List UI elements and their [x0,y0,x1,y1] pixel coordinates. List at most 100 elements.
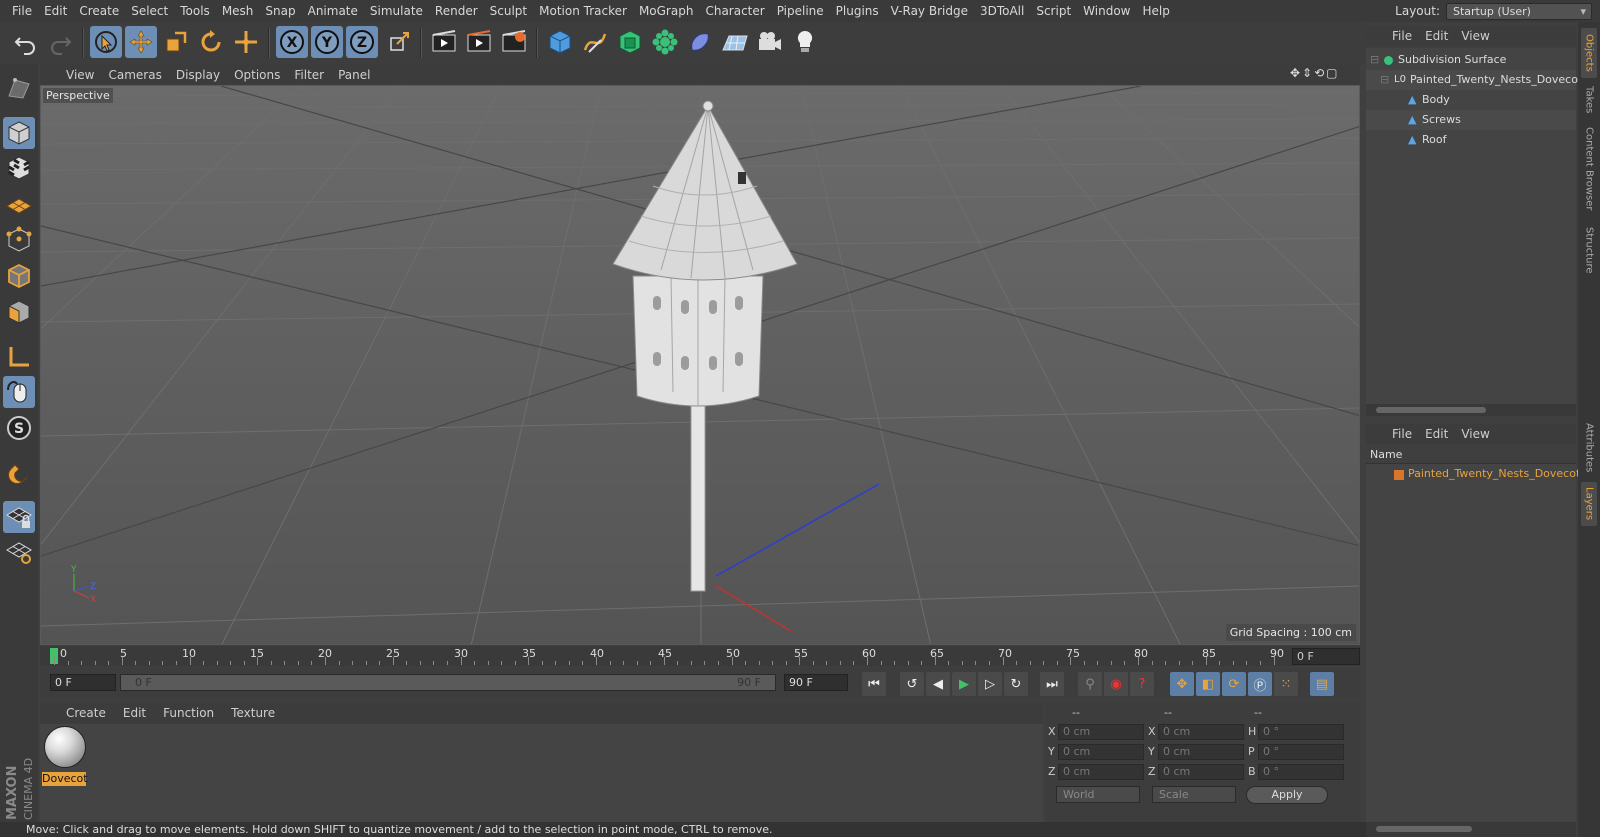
size-z-field[interactable]: 0 cm [1158,764,1244,780]
viewport-menu-panel[interactable]: Panel [338,68,379,82]
subdivision-surface-icon[interactable] [614,26,646,58]
end-frame-field[interactable]: 90 F [784,674,848,691]
deformer-icon[interactable] [684,26,716,58]
model-mode-icon[interactable] [3,117,35,149]
rotation-b-field[interactable]: 0 ° [1258,764,1344,780]
tree-item-subdivision-surface[interactable]: ⊟ Subdivision Surface [1366,50,1576,70]
move-tool-icon[interactable] [125,26,157,58]
pen-spline-icon[interactable] [579,26,611,58]
edges-mode-icon[interactable] [3,260,35,292]
workplane-icon[interactable] [3,188,35,220]
render-picture-viewer-icon[interactable] [463,26,495,58]
menu-character[interactable]: Character [699,4,770,18]
redo-icon[interactable] [44,26,76,58]
render-view-icon[interactable] [428,26,460,58]
menu-simulate[interactable]: Simulate [364,4,429,18]
apply-button[interactable]: Apply [1246,786,1328,804]
scale-tool-icon[interactable] [160,26,192,58]
viewport-menu-display[interactable]: Display [176,68,229,82]
tab-objects[interactable]: Objects [1581,28,1597,78]
preview-range-slider[interactable]: 0 F 90 F [120,674,776,691]
autokeying-icon[interactable]: ? [1130,672,1154,696]
tree-item-dovecote[interactable]: ⊟ L0 Painted_Twenty_Nests_Dovecote [1366,70,1589,90]
material-menu-edit[interactable]: Edit [123,706,146,720]
record-rotation-icon[interactable]: ⟳ [1222,672,1246,696]
camera-icon[interactable] [754,26,786,58]
position-z-field[interactable]: 0 cm [1058,764,1144,780]
rotate-tool-icon[interactable] [195,26,227,58]
z-axis-lock-icon[interactable]: Z [346,26,378,58]
menu-file[interactable]: File [6,4,38,18]
tab-structure[interactable]: Structure [1581,220,1597,280]
light-icon[interactable] [789,26,821,58]
menu-snap[interactable]: Snap [259,4,301,18]
menu-help[interactable]: Help [1136,4,1175,18]
menu-window[interactable]: Window [1077,4,1136,18]
menu-mograph[interactable]: MoGraph [633,4,700,18]
layer-manager-scrollbar[interactable] [1366,822,1576,837]
points-mode-icon[interactable] [3,224,35,256]
record-parameter-icon[interactable]: Ⓟ [1248,672,1272,696]
previous-frame-icon[interactable]: ◀ [926,672,950,696]
material-menu-texture[interactable]: Texture [231,706,275,720]
material-name-label[interactable]: Dovecot [42,772,88,786]
make-editable-icon[interactable] [3,72,35,104]
material-menu-create[interactable]: Create [66,706,106,720]
menu-mesh[interactable]: Mesh [216,4,260,18]
layer-item[interactable]: Painted_Twenty_Nests_Dovecote_ [1366,464,1593,484]
planar-workplane-icon[interactable] [3,536,35,568]
tree-item-roof[interactable]: ▲ Roof [1366,130,1576,150]
menu-script[interactable]: Script [1030,4,1077,18]
axis-mode-icon[interactable] [3,341,35,373]
material-preview-sphere[interactable] [44,726,86,768]
material-menu-function[interactable]: Function [163,706,214,720]
viewport-menu-options[interactable]: Options [234,68,289,82]
tweak-mode-icon[interactable] [3,376,35,408]
viewport-menu-filter[interactable]: Filter [294,68,333,82]
live-selection-icon[interactable] [90,26,122,58]
tab-attributes[interactable]: Attributes [1581,418,1597,478]
menu-3dtoall[interactable]: 3DToAll [974,4,1030,18]
object-menu-file[interactable]: File [1392,29,1412,43]
layout-dropdown[interactable]: Startup (User) [1446,2,1592,20]
record-point-level-icon[interactable]: ⁙ [1274,672,1298,696]
polygons-mode-icon[interactable] [3,296,35,328]
coordinate-space-dropdown[interactable]: World [1056,786,1140,803]
cube-primitive-icon[interactable] [544,26,576,58]
go-to-end-icon[interactable]: ⏭ [1040,672,1064,696]
current-frame-field[interactable]: 0 F [1292,648,1360,665]
locked-workplane-icon[interactable] [3,501,35,533]
object-menu-edit[interactable]: Edit [1425,29,1448,43]
rotation-p-field[interactable]: 0 ° [1258,744,1344,760]
position-y-field[interactable]: 0 cm [1058,744,1144,760]
viewport-menu-cameras[interactable]: Cameras [108,68,170,82]
menu-select[interactable]: Select [125,4,174,18]
texture-mode-icon[interactable] [3,152,35,184]
viewport-navigation-icons[interactable]: ✥⇕⟲▢ [1290,66,1340,80]
size-x-field[interactable]: 0 cm [1158,724,1244,740]
coordinate-system-icon[interactable] [383,26,415,58]
record-active-icon[interactable]: ◉ [1104,672,1128,696]
menu-edit[interactable]: Edit [38,4,73,18]
tree-item-body[interactable]: ▲ Body [1366,90,1576,110]
timeline-window-icon[interactable]: ▤ [1310,672,1334,696]
tree-expander-icon[interactable]: ⊟ [1370,50,1379,70]
cloner-icon[interactable] [649,26,681,58]
menu-tools[interactable]: Tools [174,4,216,18]
menu-plugins[interactable]: Plugins [830,4,885,18]
play-icon[interactable]: ▶ [952,672,976,696]
layer-color-swatch[interactable] [1394,470,1404,480]
snap-icon[interactable]: S [3,412,35,444]
menu-render[interactable]: Render [429,4,484,18]
object-menu-view[interactable]: View [1461,29,1489,43]
tree-expander-icon[interactable]: ⊟ [1380,70,1389,90]
menu-pipeline[interactable]: Pipeline [771,4,830,18]
object-manager-scrollbar[interactable] [1366,404,1576,416]
3d-viewport[interactable]: Y Z X Perspective Grid Spacing : 100 cm [40,85,1360,645]
menu-create[interactable]: Create [73,4,125,18]
record-scale-icon[interactable]: ◧ [1196,672,1220,696]
timeline-ruler[interactable]: 0 5 10 15 20 25 30 35 40 45 50 55 60 65 … [40,646,1360,666]
x-axis-lock-icon[interactable]: X [276,26,308,58]
position-x-field[interactable]: 0 cm [1058,724,1144,740]
menu-motion-tracker[interactable]: Motion Tracker [533,4,633,18]
